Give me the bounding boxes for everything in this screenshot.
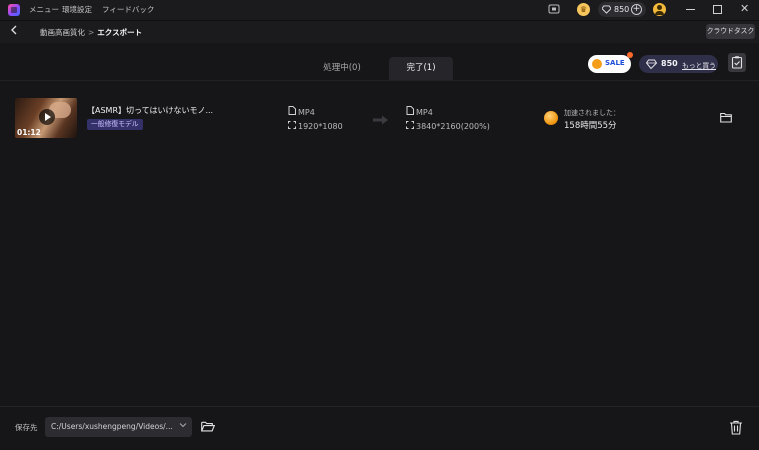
back-arrow-icon[interactable]: [9, 24, 21, 38]
menu-item-feedback[interactable]: フィードバック: [102, 4, 154, 15]
task-list-button[interactable]: [728, 53, 746, 72]
model-badge: 一般修復モデル: [87, 119, 143, 130]
gem-count: 850: [614, 5, 630, 14]
resolution-icon: [406, 121, 416, 131]
output-resolution-value: 3840*2160(200%): [416, 122, 490, 131]
source-resolution: 1920*1080: [288, 121, 343, 131]
divider: [0, 80, 759, 81]
menu-item-menu[interactable]: メニュー: [29, 4, 59, 15]
output-format-value: MP4: [416, 108, 433, 117]
source-format-value: MP4: [298, 108, 315, 117]
output-format: MP4: [406, 106, 433, 117]
sale-label: SALE: [605, 59, 625, 67]
plus-icon[interactable]: +: [631, 4, 642, 15]
video-thumbnail[interactable]: 01:12: [15, 98, 77, 138]
user-avatar-icon[interactable]: [653, 3, 666, 16]
gem-count: 850: [661, 59, 678, 68]
app-logo-icon: [8, 4, 20, 16]
notification-dot: [627, 52, 633, 58]
sale-button[interactable]: SALE: [588, 52, 633, 73]
save-path-select[interactable]: C:/Users/xushengpeng/Videos/...: [45, 417, 192, 437]
maximize-icon[interactable]: [713, 5, 722, 14]
open-folder-icon[interactable]: [720, 112, 733, 126]
close-icon[interactable]: ✕: [740, 2, 749, 16]
buy-gems-pill[interactable]: 850 もっと買う: [639, 55, 718, 73]
tab-processing[interactable]: 処理中(0): [306, 57, 378, 80]
diamond-icon: [602, 5, 611, 14]
menu-item-preferences[interactable]: 環境設定: [62, 4, 92, 15]
processing-time: 158時間55分: [564, 121, 617, 131]
tab-completed[interactable]: 完了(1): [389, 57, 453, 80]
lightning-icon: [544, 111, 558, 125]
breadcrumb: 動画高画質化 > エクスポート: [40, 27, 142, 38]
save-path-value: C:/Users/xushengpeng/Videos/...: [51, 422, 173, 431]
coin-icon[interactable]: ♛: [577, 3, 590, 16]
video-title: 【ASMR】切ってはいけないモノ...: [87, 106, 214, 115]
arrow-right-icon: [373, 115, 389, 125]
clipboard-check-icon: [731, 56, 743, 69]
resolution-icon: [288, 121, 298, 131]
sale-coin-icon: [592, 59, 602, 69]
file-icon: [288, 106, 298, 117]
output-resolution: 3840*2160(200%): [406, 121, 490, 131]
source-format: MP4: [288, 106, 315, 117]
play-icon[interactable]: [39, 109, 55, 125]
chevron-down-icon: [179, 421, 187, 431]
screen-icon[interactable]: [548, 4, 560, 15]
source-resolution-value: 1920*1080: [298, 122, 343, 131]
breadcrumb-current: エクスポート: [97, 28, 143, 37]
minimize-icon[interactable]: [686, 9, 695, 10]
diamond-icon: [646, 59, 657, 69]
file-icon: [406, 106, 416, 117]
trash-icon[interactable]: [729, 420, 743, 438]
cloud-task-button[interactable]: クラウドタスク: [706, 24, 755, 39]
breadcrumb-separator: >: [88, 28, 95, 37]
accelerated-label: 加速されました：: [564, 109, 620, 117]
browse-folder-icon[interactable]: [201, 421, 216, 435]
gem-balance[interactable]: 850 +: [598, 2, 646, 17]
video-duration: 01:12: [17, 128, 41, 137]
save-location-label: 保存先: [15, 423, 38, 432]
breadcrumb-parent[interactable]: 動画高画質化: [40, 28, 85, 37]
divider: [0, 406, 759, 407]
buy-more-link[interactable]: もっと買う: [682, 60, 716, 70]
